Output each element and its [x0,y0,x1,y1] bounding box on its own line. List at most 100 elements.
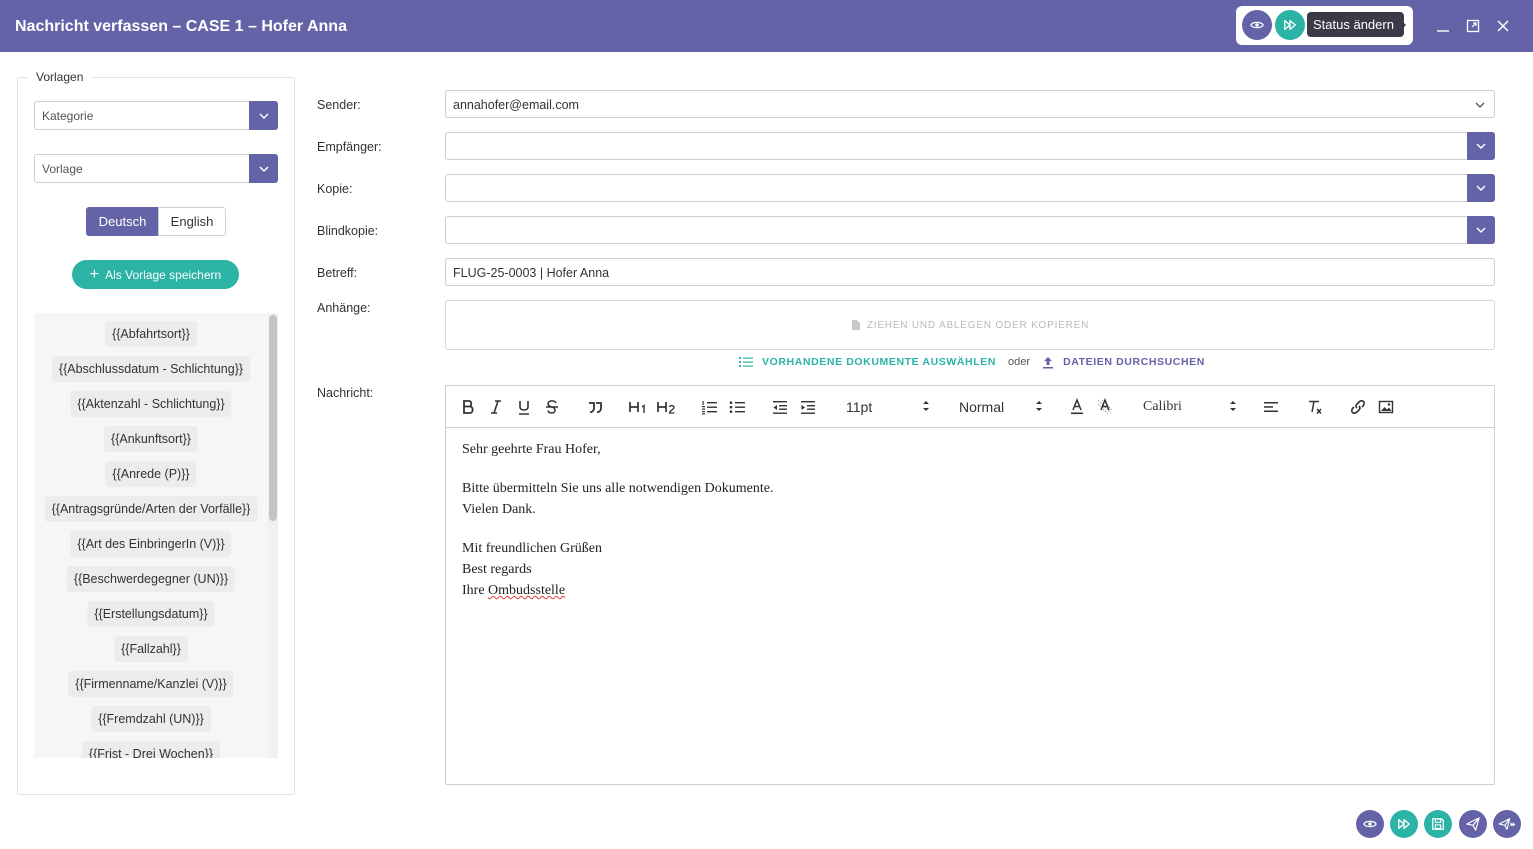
underline-button[interactable] [516,397,532,417]
cc-dropdown-button[interactable] [1467,174,1495,202]
placeholder-chip[interactable]: {{Abfahrtsort}} [105,321,197,347]
select-arrows-icon [1230,401,1236,411]
save-as-template-label: Als Vorlage speichern [105,267,222,282]
italic-icon [491,400,501,414]
placeholder-scrollbar-thumb[interactable] [269,315,277,521]
greeting-line: Sehr geehrte Frau Hofer, [462,442,601,457]
placeholder-chip[interactable]: {{Frist - Drei Wochen}} [81,741,221,758]
placeholder-chip[interactable]: {{Firmenname/Kanzlei (V)}} [68,671,234,697]
indent-icon [801,401,815,414]
category-select[interactable]: Kategorie [34,101,278,130]
category-dropdown-button[interactable] [249,101,278,130]
placeholder-chip[interactable]: {{Abschlussdatum - Schlichtung}} [51,356,251,382]
window-title: Nachricht verfassen – CASE 1 – Hofer Ann… [15,18,347,35]
placeholder-chip[interactable]: {{Erstellungsdatum}} [87,601,215,627]
close-icon [1497,20,1509,32]
bold-button[interactable] [460,397,476,417]
minimize-button[interactable] [1433,16,1453,36]
send-fab-button[interactable] [1459,810,1487,838]
send-icon [1466,817,1480,831]
fast-forward-icon [1284,19,1296,31]
body-line: Bitte übermitteln Sie uns alle notwendig… [462,481,774,496]
background-color-button[interactable] [1096,397,1114,417]
font-family-value: Calibri [1143,399,1182,414]
placeholder-chip[interactable]: {{Antragsgründe/Arten der Vorfälle}} [44,496,258,522]
heading-value: Normal [959,399,1005,415]
send-and-forward-fab-button[interactable] [1493,810,1521,838]
placeholder-chip[interactable]: {{Art des EinbringerIn (V)}} [70,531,232,557]
title-actions: Status ändern [1236,6,1413,45]
list-icon [739,357,753,367]
ordered-list-button[interactable] [700,397,718,417]
language-german-button[interactable]: Deutsch [86,207,159,236]
template-select[interactable]: Vorlage [34,154,278,183]
template-placeholder: Vorlage [42,162,83,176]
attachment-dropzone[interactable]: ZIEHEN UND ABLEGEN ODER KOPIEREN [445,300,1495,350]
preview-button[interactable] [1242,10,1272,40]
cc-field[interactable] [445,174,1495,202]
chevron-down-icon [1475,102,1485,108]
template-dropdown-button[interactable] [249,154,278,183]
quote-icon [589,402,602,414]
placeholder-chip[interactable]: {{Ankunftsort}} [104,426,198,452]
heading2-icon [657,402,675,414]
close-button[interactable] [1493,16,1513,36]
font-size-value: 11pt [846,399,873,415]
language-english-button[interactable]: English [158,207,226,236]
signature-word: Ombudsstelle [488,583,566,598]
templates-legend: Vorlagen [28,70,92,84]
heading1-button[interactable] [628,397,648,417]
strikethrough-button[interactable] [544,397,560,417]
fast-forward-icon [1398,818,1410,830]
placeholder-list: {{Abfahrtsort}} {{Abschlussdatum - Schli… [34,313,268,758]
chevron-down-icon [1476,227,1486,234]
sender-select[interactable]: annahofer@email.com [445,90,1495,118]
browse-files-link[interactable]: DATEIEN DURCHSUCHEN [1063,356,1205,368]
highlight-icon [1097,398,1113,415]
underline-icon [519,401,529,415]
placeholder-chip[interactable]: {{Aktenzahl - Schlichtung}} [70,391,232,417]
clear-format-button[interactable] [1306,397,1324,417]
font-size-select[interactable]: 11pt [846,397,930,417]
message-editor[interactable]: 11pt Normal Calibri Sehr geehrte Frau Ho… [445,385,1495,785]
category-placeholder: Kategorie [42,109,94,123]
recipient-field[interactable] [445,132,1495,160]
maximize-icon [1466,19,1480,33]
save-as-template-button[interactable]: + Als Vorlage speichern [72,260,239,289]
text-color-icon [1071,398,1083,415]
save-fab-button[interactable] [1424,810,1452,838]
message-body[interactable]: Sehr geehrte Frau Hofer, Bitte übermitte… [462,439,773,601]
placeholder-chip[interactable]: {{Fallzahl}} [114,636,188,662]
align-button[interactable] [1262,397,1280,417]
bcc-dropdown-button[interactable] [1467,216,1495,244]
preview-fab-button[interactable] [1356,810,1384,838]
maximize-button[interactable] [1463,16,1483,36]
link-button[interactable] [1349,397,1367,417]
status-fab-button[interactable] [1390,810,1418,838]
subject-input[interactable]: FLUG-25-0003 | Hofer Anna [445,258,1495,286]
recipient-dropdown-button[interactable] [1467,132,1495,160]
heading-select[interactable]: Normal [959,397,1043,417]
text-color-button[interactable] [1068,397,1086,417]
italic-button[interactable] [488,397,504,417]
closing-line: Mit freundlichen Grüßen [462,541,602,556]
or-text: oder [1008,356,1031,368]
font-family-select[interactable]: Calibri [1143,397,1237,417]
placeholder-chip[interactable]: {{Fremdzahl (UN)}} [91,706,211,732]
placeholder-chip[interactable]: {{Anrede (P)}} [105,461,197,487]
indent-button[interactable] [799,397,817,417]
outdent-button[interactable] [771,397,789,417]
bullet-list-button[interactable] [728,397,746,417]
sender-label: Sender: [317,98,361,112]
heading2-button[interactable] [656,397,676,417]
placeholder-chip[interactable]: {{Beschwerdegegner (UN)}} [66,566,236,592]
bcc-field[interactable] [445,216,1495,244]
dropzone-text: ZIEHEN UND ABLEGEN ODER KOPIEREN [866,319,1090,331]
select-existing-documents-link[interactable]: VORHANDENE DOKUMENTE AUSWÄHLEN [762,356,996,368]
image-button[interactable] [1377,397,1395,417]
attachments-label: Anhänge: [317,301,371,315]
change-status-button[interactable] [1275,10,1305,40]
minimize-icon [1437,30,1449,32]
blockquote-button[interactable] [586,397,604,417]
